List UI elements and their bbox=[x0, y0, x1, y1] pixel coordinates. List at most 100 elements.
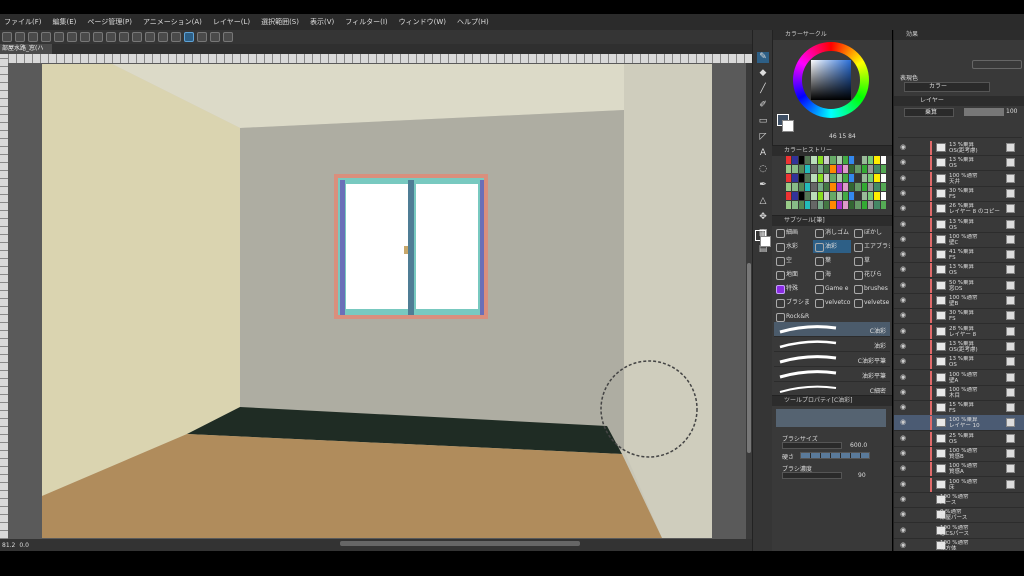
history-swatch[interactable] bbox=[849, 201, 855, 209]
eraser-tool-icon[interactable]: ▭ bbox=[757, 116, 769, 127]
history-swatch[interactable] bbox=[842, 174, 849, 182]
brush-size-slider[interactable] bbox=[782, 442, 842, 449]
layer-row[interactable]: ◉ 100 %通常 質感A bbox=[894, 461, 1024, 478]
history-swatch[interactable] bbox=[861, 183, 868, 191]
crop-icon[interactable] bbox=[119, 32, 129, 42]
effect-buttons[interactable] bbox=[972, 60, 1022, 69]
background-color-swatch[interactable] bbox=[782, 120, 794, 132]
layer-row[interactable]: ◉ 26 %乗算 レイヤー 8 のコピー bbox=[894, 201, 1024, 218]
history-swatch[interactable] bbox=[786, 192, 792, 200]
eye-icon[interactable]: ◉ bbox=[900, 342, 907, 350]
eye-icon[interactable]: ◉ bbox=[900, 205, 907, 212]
layer-row[interactable]: ◉ 100 %通常 天井 bbox=[894, 171, 1024, 187]
layer-row[interactable]: ◉ 100 %通常 窓CSパース bbox=[894, 523, 1024, 539]
history-swatch[interactable] bbox=[817, 156, 823, 164]
history-swatch[interactable] bbox=[798, 174, 804, 182]
eye-icon[interactable]: ◉ bbox=[900, 388, 907, 396]
history-swatch[interactable] bbox=[811, 192, 817, 200]
eye-icon[interactable]: ◉ bbox=[900, 159, 907, 166]
menu-filter[interactable]: フィルター(I) bbox=[345, 17, 387, 27]
horizontal-scrollbar[interactable] bbox=[340, 541, 580, 546]
layer-row[interactable]: ◉ 13 %乗算 OS bbox=[894, 217, 1024, 233]
density-value[interactable]: 90 bbox=[858, 472, 866, 479]
open-icon[interactable] bbox=[15, 32, 25, 42]
history-swatch[interactable] bbox=[842, 165, 849, 173]
history-swatch[interactable] bbox=[861, 192, 868, 200]
subtool-tab-velvetco[interactable]: velvetco bbox=[813, 296, 851, 309]
subtool-tab-petal[interactable]: 花びら bbox=[852, 268, 890, 281]
history-swatch[interactable] bbox=[798, 156, 804, 164]
history-swatch[interactable] bbox=[786, 156, 792, 164]
move-tool-icon[interactable]: ✥ bbox=[757, 212, 769, 223]
history-swatch[interactable] bbox=[849, 183, 855, 191]
eye-icon[interactable]: ◉ bbox=[900, 174, 907, 182]
history-swatch[interactable] bbox=[792, 183, 798, 191]
history-swatch[interactable] bbox=[874, 192, 880, 200]
brush-item[interactable]: 油彩 bbox=[774, 337, 890, 352]
lasso-tool-icon[interactable]: ◌ bbox=[757, 164, 769, 175]
history-swatch[interactable] bbox=[830, 174, 836, 182]
history-swatch[interactable] bbox=[855, 192, 861, 200]
history-swatch[interactable] bbox=[804, 201, 811, 209]
layer-row[interactable]: ◉ 100 %通常 壁A bbox=[894, 370, 1024, 386]
layer-row[interactable]: ◉ 100 %乗算 レイヤー 10 bbox=[894, 415, 1024, 432]
history-swatch[interactable] bbox=[874, 183, 880, 191]
layer-row[interactable]: ◉ 100 %通常 壁B bbox=[894, 293, 1024, 309]
history-swatch[interactable] bbox=[861, 201, 868, 209]
menu-animation[interactable]: アニメーション(A) bbox=[143, 17, 202, 27]
layer-row[interactable]: ◉ 13 %乗算 OS bbox=[894, 262, 1024, 279]
eye-icon[interactable]: ◉ bbox=[900, 419, 907, 426]
history-swatch[interactable] bbox=[823, 183, 830, 191]
eye-icon[interactable]: ◉ bbox=[900, 465, 907, 472]
density-slider[interactable] bbox=[782, 472, 842, 479]
artwork-canvas[interactable] bbox=[42, 64, 712, 538]
history-swatch[interactable] bbox=[874, 156, 880, 164]
subtool-tab-game[interactable]: Game e bbox=[813, 282, 851, 295]
history-swatch[interactable] bbox=[830, 192, 836, 200]
history-swatch[interactable] bbox=[836, 165, 842, 173]
subtool-tab-ground[interactable]: 地面 bbox=[774, 268, 812, 281]
eye-icon[interactable]: ◉ bbox=[900, 511, 907, 518]
history-swatch[interactable] bbox=[836, 183, 842, 191]
menu-edit[interactable]: 編集(E) bbox=[53, 17, 77, 27]
layer-row[interactable]: ◉ 100 %通常床 bbox=[894, 477, 1024, 493]
transform-icon[interactable] bbox=[93, 32, 103, 42]
history-swatch[interactable] bbox=[804, 165, 811, 173]
history-swatch[interactable] bbox=[861, 174, 868, 182]
brush-item[interactable]: C油彩 bbox=[774, 322, 890, 337]
clear-icon[interactable] bbox=[67, 32, 77, 42]
eye-icon[interactable]: ◉ bbox=[900, 144, 907, 151]
history-swatch[interactable] bbox=[880, 156, 886, 164]
history-swatch[interactable] bbox=[842, 156, 849, 164]
new-file-icon[interactable] bbox=[2, 32, 12, 42]
snap-grid-icon[interactable] bbox=[197, 32, 207, 42]
text-tool-icon[interactable]: A bbox=[757, 148, 769, 159]
layer-row[interactable]: ◉ 0 %通常 部屋パース bbox=[894, 507, 1024, 524]
subtool-tab-sky[interactable]: 空 bbox=[774, 254, 812, 267]
eye-icon[interactable]: ◉ bbox=[900, 281, 907, 289]
eye-icon[interactable]: ◉ bbox=[900, 480, 907, 488]
opacity-value[interactable]: 100 bbox=[1006, 108, 1017, 115]
layer-row[interactable]: ◉ 30 %乗算 FS bbox=[894, 308, 1024, 325]
subtool-tab-airbrush[interactable]: エアブラシ bbox=[852, 240, 890, 253]
menu-help[interactable]: ヘルプ(H) bbox=[457, 17, 489, 27]
layer-row[interactable]: ◉ 25 %乗算 OS bbox=[894, 431, 1024, 447]
subtool-tab-velvetse[interactable]: velvetse bbox=[852, 296, 890, 309]
history-swatch[interactable] bbox=[855, 165, 861, 173]
history-swatch[interactable] bbox=[811, 165, 817, 173]
history-swatch[interactable] bbox=[811, 174, 817, 182]
hardness-slider[interactable] bbox=[800, 452, 870, 459]
history-swatch[interactable] bbox=[798, 165, 804, 173]
history-swatch[interactable] bbox=[830, 156, 836, 164]
history-swatch[interactable] bbox=[836, 192, 842, 200]
layer-row[interactable]: ◉ 13 %乗算 OS bbox=[894, 155, 1024, 172]
deselect-icon[interactable] bbox=[106, 32, 116, 42]
menu-layer[interactable]: レイヤー(L) bbox=[213, 17, 250, 27]
eye-icon[interactable]: ◉ bbox=[900, 450, 907, 457]
subtool-tab-brushes[interactable]: brushes bbox=[852, 282, 890, 295]
expression-color-select[interactable]: カラー bbox=[904, 82, 990, 92]
history-swatch[interactable] bbox=[842, 201, 849, 209]
layer-command-bar[interactable] bbox=[898, 122, 1022, 138]
eye-icon[interactable]: ◉ bbox=[900, 358, 907, 365]
eyedropper-tool-icon[interactable]: ✒ bbox=[757, 180, 769, 191]
